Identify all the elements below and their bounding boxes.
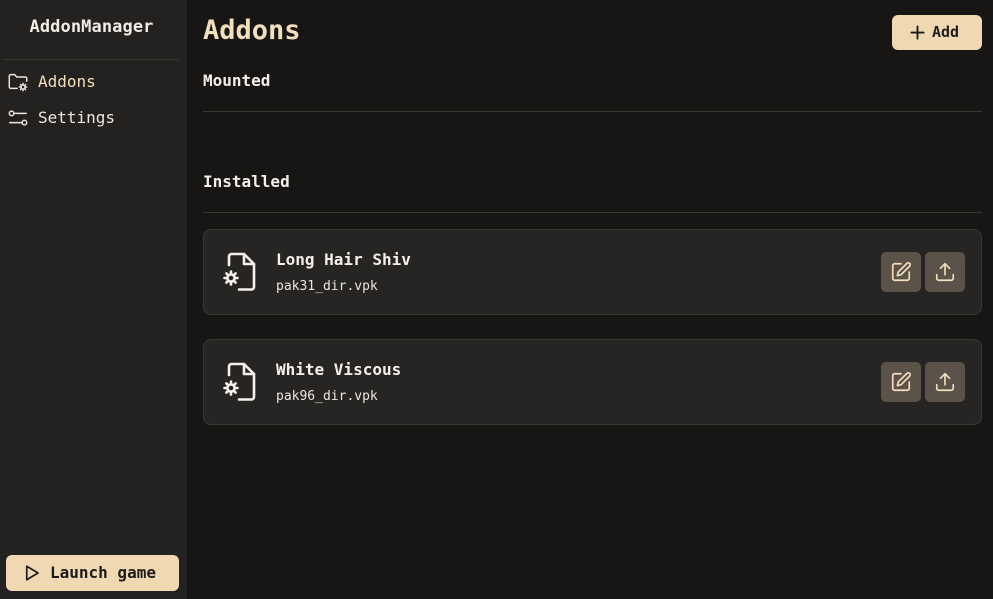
upload-button[interactable] [925,252,965,292]
sidebar-item-addons[interactable]: Addons [0,66,187,96]
installed-section-heading: Installed [203,172,290,191]
folder-gear-icon [8,73,28,92]
app-title: AddonManager [29,17,154,37]
sidebar-divider [4,59,179,60]
file-gear-icon [223,252,256,291]
upload-icon [935,372,955,392]
addon-name: Long Hair Shiv [276,250,411,269]
sidebar-item-label: Addons [38,72,96,91]
mounted-section-heading: Mounted [203,71,271,90]
addon-name: White Viscous [276,360,402,379]
app-window: AddonManager Addons Settings Launch game… [0,0,993,599]
launch-game-label: Launch game [50,563,156,582]
plus-icon [910,25,925,40]
add-button[interactable]: Add [892,15,982,50]
sidebar-item-label: Settings [38,108,116,127]
edit-icon [891,372,911,392]
addon-filename: pak96_dir.vpk [276,389,378,404]
sidebar-item-settings[interactable]: Settings [0,102,187,132]
page-title: Addons [203,15,301,46]
sliders-icon [8,110,28,126]
upload-button[interactable] [925,362,965,402]
launch-game-button[interactable]: Launch game [6,555,179,591]
edit-icon [891,262,911,282]
file-gear-icon [223,362,256,401]
sidebar: AddonManager Addons Settings Launch game [0,0,187,599]
mounted-divider [203,111,982,112]
play-icon [25,565,39,581]
addon-card: White Viscous pak96_dir.vpk [203,339,982,425]
edit-button[interactable] [881,362,921,402]
add-button-label: Add [932,23,960,41]
addon-card: Long Hair Shiv pak31_dir.vpk [203,229,982,315]
upload-icon [935,262,955,282]
installed-divider [203,212,982,213]
main-content: Addons Add Mounted Installed Long Hair S… [187,0,993,599]
edit-button[interactable] [881,252,921,292]
addon-filename: pak31_dir.vpk [276,279,378,294]
